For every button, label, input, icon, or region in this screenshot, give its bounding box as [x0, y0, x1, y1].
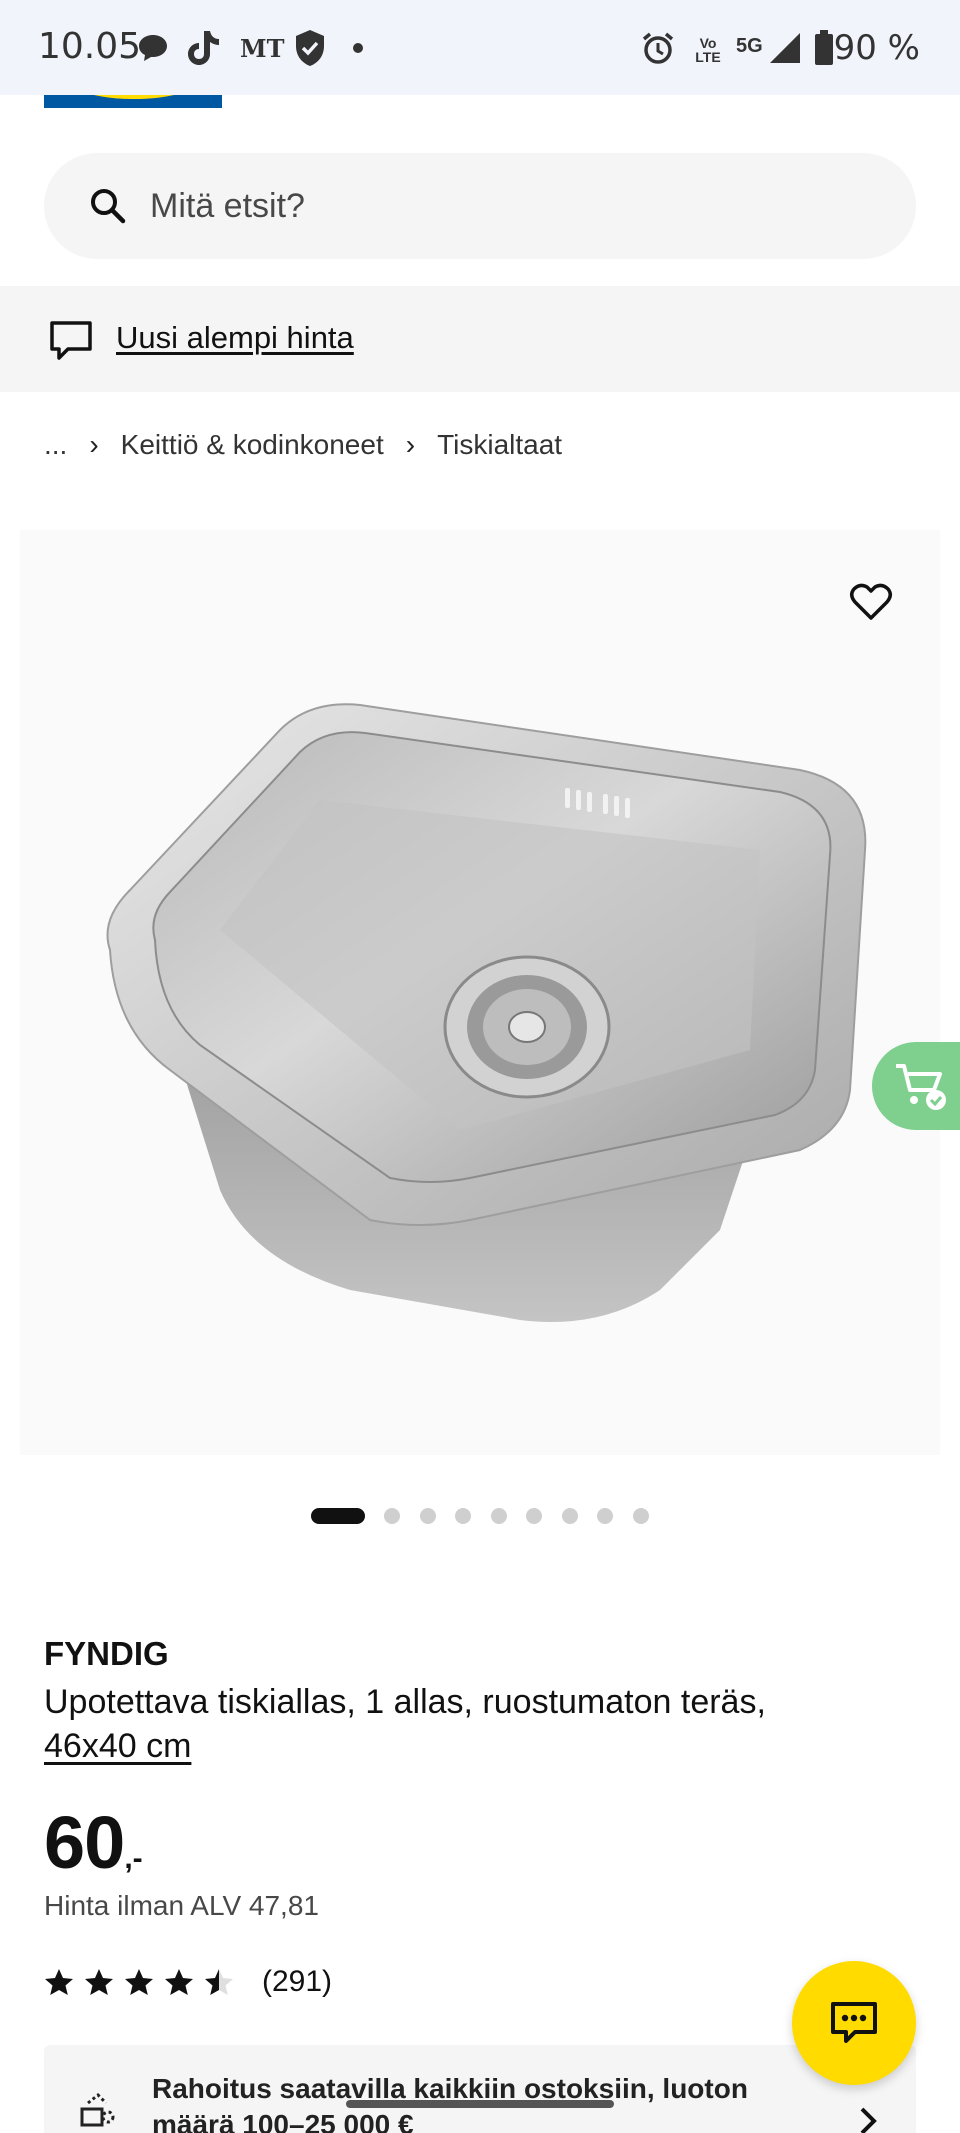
cart-button[interactable]	[872, 1042, 960, 1130]
wishlist-button[interactable]	[826, 572, 916, 632]
rating-stars	[44, 1967, 244, 1997]
financing-card[interactable]: Rahoitus saatavilla kaikkiin ostoksiin, …	[44, 2045, 916, 2133]
product-size-link[interactable]: 46x40 cm	[44, 1727, 191, 1765]
pagination-dot[interactable]	[384, 1508, 400, 1524]
pagination-dot-active[interactable]	[311, 1508, 365, 1524]
star-icon	[85, 1969, 113, 1995]
cart-check-icon	[896, 1064, 946, 1110]
pagination-dot[interactable]	[632, 1508, 649, 1524]
search-input[interactable]: Mitä etsit?	[150, 187, 305, 226]
chevron-right-icon: ›	[89, 429, 99, 460]
search-icon	[91, 189, 126, 224]
pagination-dot[interactable]	[526, 1508, 542, 1524]
speech-bubble-icon	[50, 321, 92, 360]
volte-label: Vo LTE	[695, 35, 721, 65]
new-lower-price-link[interactable]: Uusi alempi hinta	[116, 320, 354, 356]
financing-icon	[80, 2092, 115, 2127]
breadcrumb-item-kitchen[interactable]: Keittiö & kodinkoneet	[121, 429, 384, 461]
status-bar: 10.05 MT Vo LTE 5G 90 %	[0, 0, 960, 95]
notification-dot-icon	[352, 28, 364, 68]
pagination-dot[interactable]	[561, 1508, 578, 1524]
heart-icon	[850, 583, 892, 620]
star-icon	[45, 1969, 73, 1995]
pagination-dot[interactable]	[419, 1508, 436, 1524]
product-description-text: Upotettava tiskiallas, 1 allas, ruostuma…	[44, 1683, 766, 1721]
chat-bubble-icon	[136, 28, 170, 68]
pagination-dot[interactable]	[490, 1508, 507, 1524]
image-pagination	[311, 1506, 668, 1526]
network-label: 5G	[736, 34, 763, 57]
logo-yellow-oval	[64, 95, 204, 99]
price-decimal: ,-	[124, 1842, 143, 1875]
pagination-dot[interactable]	[597, 1508, 613, 1524]
star-icon	[165, 1969, 193, 1995]
ikea-logo[interactable]	[44, 95, 222, 108]
product-rating[interactable]: (291)	[44, 1962, 332, 2002]
alarm-icon	[640, 28, 676, 68]
chevron-right-icon	[860, 2107, 877, 2133]
rating-count: (291)	[262, 1965, 333, 1998]
home-indicator	[346, 2100, 614, 2108]
price-ex-vat: Hinta ilman ALV 47,81	[44, 1890, 319, 1921]
chat-icon	[831, 2002, 877, 2043]
tiktok-icon	[186, 28, 220, 68]
breadcrumb-item-sinks[interactable]: Tiskialtaat	[437, 429, 562, 461]
price-integer: 60	[44, 1801, 125, 1884]
product-description: Upotettava tiskiallas, 1 allas, ruostuma…	[44, 1680, 904, 1768]
signal-icon	[768, 28, 802, 68]
star-icon	[205, 1969, 233, 1995]
breadcrumb: ... › Keittiö & kodinkoneet › Tiskialtaa…	[44, 425, 562, 465]
product-brand: FYNDIG	[44, 1635, 169, 1672]
chat-button[interactable]	[792, 1961, 916, 2085]
price-notice-banner: Uusi alempi hinta	[0, 286, 960, 392]
chevron-right-icon: ›	[405, 429, 416, 460]
battery-percent: 90 %	[833, 28, 920, 68]
breadcrumb-ellipsis[interactable]: ...	[44, 429, 67, 461]
search-bar[interactable]: Mitä etsit?	[44, 153, 916, 259]
status-time: 10.05	[38, 26, 142, 67]
shield-icon	[292, 28, 328, 68]
pagination-dot[interactable]	[455, 1508, 471, 1524]
product-price: 60,-	[44, 1800, 143, 1885]
battery-icon	[814, 28, 834, 68]
carrier-label: MT	[240, 33, 285, 63]
product-image-gallery[interactable]	[20, 530, 940, 1455]
star-icon	[125, 1969, 153, 1995]
product-image-sink	[106, 703, 867, 1322]
